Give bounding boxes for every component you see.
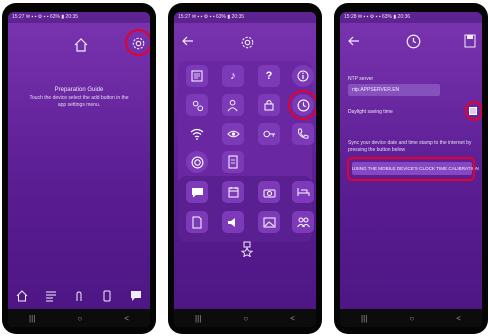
info-icon[interactable] [292,65,314,87]
home-button[interactable]: ○ [77,314,82,323]
image-tile[interactable] [258,211,280,233]
target-icon[interactable] [186,151,208,173]
eye-settings-tile[interactable] [222,123,244,145]
home-icon[interactable] [72,36,90,54]
recent-apps-button[interactable]: ||| [29,314,35,323]
home-screen: 15:27 ✉ ▪ ▪ ⚙ ▪ ▪ 63% ▮ 20:35 Preparatio… [8,12,150,327]
highlight-circle [125,29,150,56]
daylight-saving-label: Daylight saving time [348,109,393,115]
ntp-server-label: NTP server [348,76,374,82]
ntp-server-input[interactable]: ntp.APPSERVER.EN [348,84,440,96]
settings-menu-screen: 15:27 ✉ ▪ ▪ ⚙ ▪ ▪ 63% ▮ 20:35 ♪ ? ||| ○ … [174,12,316,327]
list-tab-icon[interactable] [45,290,57,302]
advanced-settings-tile[interactable] [186,94,208,116]
status-bar: 15:28 ✉ ▪ ▪ ⚙ ▪ ▪ 63% ▮ 20:36 [340,12,482,23]
music-tile[interactable]: ♪ [222,65,244,87]
bottom-tab-bar [8,285,150,307]
home-button[interactable]: ○ [243,314,248,323]
user-permissions-tile[interactable] [222,94,244,116]
chat-tab-icon[interactable] [130,290,142,302]
group-users-tile[interactable] [292,211,314,233]
time-settings-screen: 15:28 ✉ ▪ ▪ ⚙ ▪ ▪ 63% ▮ 20:36 NTP server… [340,12,482,327]
message-tile[interactable] [186,181,208,203]
recent-apps-button[interactable]: ||| [361,314,367,323]
sync-description: Sync your device date and time stamp to … [348,140,472,153]
phone-home: 15:27 ✉ ▪ ▪ ⚙ ▪ ▪ 63% ▮ 20:35 Preparatio… [2,3,156,334]
speaker-tile[interactable] [222,211,244,233]
android-nav-bar: ||| ○ < [174,309,316,327]
bed-tile[interactable] [292,181,314,203]
camera-tile[interactable] [258,181,280,203]
back-button[interactable]: < [456,314,461,323]
home-button[interactable]: ○ [409,314,414,323]
lock-tile[interactable] [258,94,280,116]
phone-time-settings: 15:28 ✉ ▪ ▪ ⚙ ▪ ▪ 63% ▮ 20:36 NTP server… [334,3,488,334]
badge-icon [239,240,255,258]
device-tab-icon[interactable] [101,290,113,302]
touch-tab-icon[interactable] [73,290,85,302]
back-button[interactable]: < [124,314,129,323]
notes-tile[interactable] [186,65,208,87]
info-page-tile[interactable] [222,151,244,173]
highlight-circle [465,101,482,121]
home-tab-icon[interactable] [16,290,28,302]
document-tile[interactable] [186,211,208,233]
save-icon[interactable] [462,32,478,50]
wifi-tile[interactable] [186,123,208,145]
calendar-tile[interactable] [222,181,244,203]
clock-icon [403,31,423,51]
settings-gear-icon [237,32,257,52]
android-nav-bar: ||| ○ < [8,309,150,327]
back-button[interactable]: < [290,314,295,323]
back-arrow-icon[interactable] [346,34,362,48]
back-arrow-icon[interactable] [180,34,196,48]
highlight-rectangle [347,157,475,181]
guide-text: Touch the device select the add button i… [29,95,129,108]
help-tile[interactable]: ? [258,65,280,87]
android-nav-bar: ||| ○ < [340,309,482,327]
status-bar: 15:27 ✉ ▪ ▪ ⚙ ▪ ▪ 63% ▮ 20:35 [174,12,316,23]
guide-title: Preparation Guide [54,87,104,93]
highlight-circle [288,90,316,120]
key-tile[interactable] [258,123,280,145]
phone-call-tile[interactable] [292,123,314,145]
phone-settings-menu: 15:27 ✉ ▪ ▪ ⚙ ▪ ▪ 63% ▮ 20:35 ♪ ? ||| ○ … [168,3,322,334]
recent-apps-button[interactable]: ||| [195,314,201,323]
status-bar: 15:27 ✉ ▪ ▪ ⚙ ▪ ▪ 63% ▮ 20:35 [8,12,150,23]
